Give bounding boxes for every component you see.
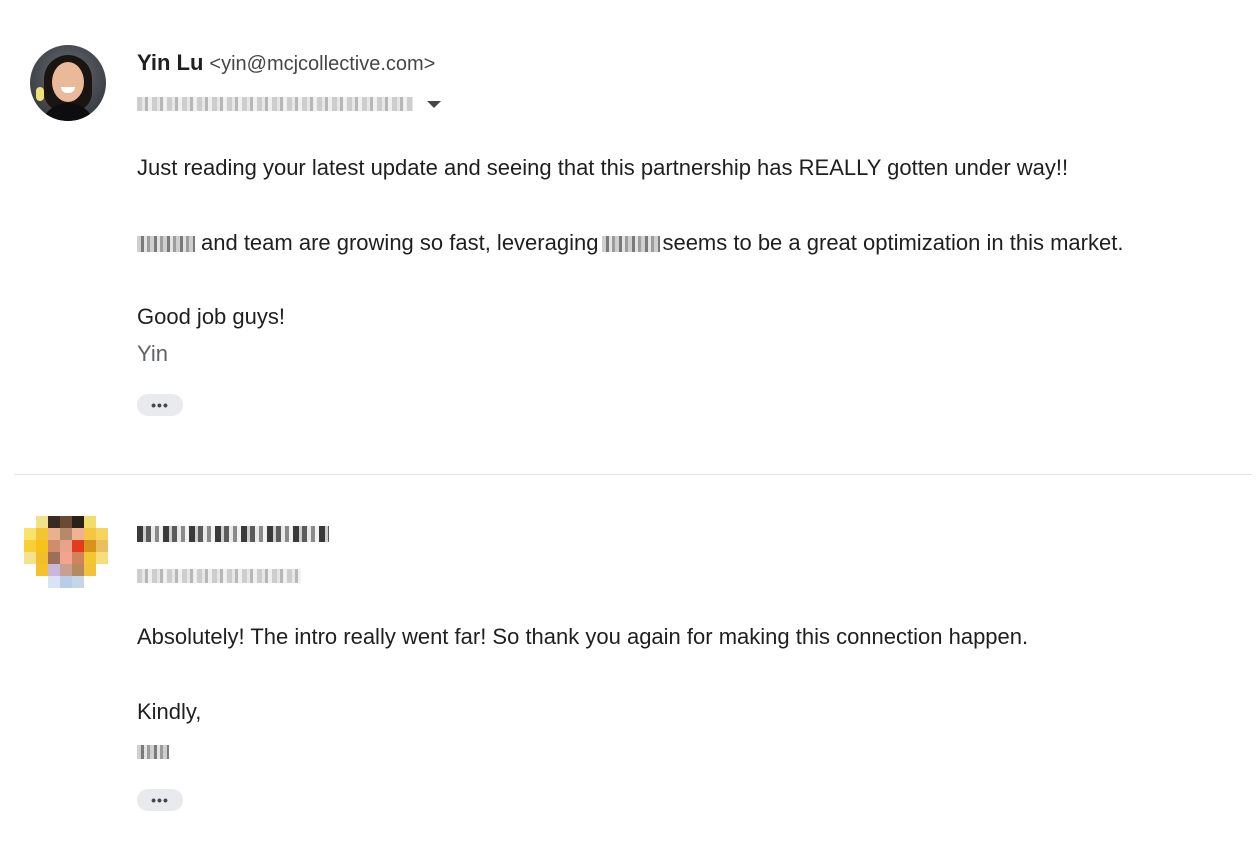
message-body-line: Kindly, (137, 699, 202, 724)
sender-email[interactable]: <yin@mcjcollective.com> (209, 53, 435, 75)
redacted-name (137, 236, 195, 253)
avatar-photo-light (36, 87, 44, 101)
redacted-recipients (137, 569, 301, 583)
avatar-photo-face (52, 62, 84, 102)
sender-name[interactable]: Yin Lu (137, 50, 203, 75)
recipients-line[interactable] (137, 569, 301, 583)
redacted-sender-name[interactable] (137, 526, 329, 542)
signature: Yin (137, 341, 168, 366)
sender-avatar[interactable] (24, 516, 110, 590)
email-message: Yin Lu <yin@mcjcollective.com> Just readi… (0, 0, 1258, 474)
message-body-line: Absolutely! The intro really went far! S… (137, 624, 1029, 649)
recipients-line[interactable] (137, 97, 441, 111)
message-text-fragment: and team are growing so fast, leveraging (201, 230, 599, 255)
sender-line: Yin Lu <yin@mcjcollective.com> (137, 50, 435, 76)
show-trimmed-content-button[interactable]: ••• (137, 394, 183, 416)
redacted-recipients (137, 97, 413, 111)
redacted-signature (137, 745, 169, 760)
email-message: Absolutely! The intro really went far! S… (0, 475, 1258, 856)
message-text-fragment: seems to be a great optimization in this… (662, 230, 1124, 255)
message-body-line: and team are growing so fast, leveraging… (137, 230, 1123, 256)
signature (137, 738, 169, 764)
message-body-line: Just reading your latest update and seei… (137, 155, 1069, 180)
chevron-down-icon[interactable] (427, 100, 441, 108)
show-trimmed-content-button[interactable]: ••• (137, 789, 183, 811)
redacted-company (602, 236, 661, 253)
sender-avatar[interactable] (30, 45, 106, 121)
message-body-line: Good job guys! (137, 304, 285, 329)
